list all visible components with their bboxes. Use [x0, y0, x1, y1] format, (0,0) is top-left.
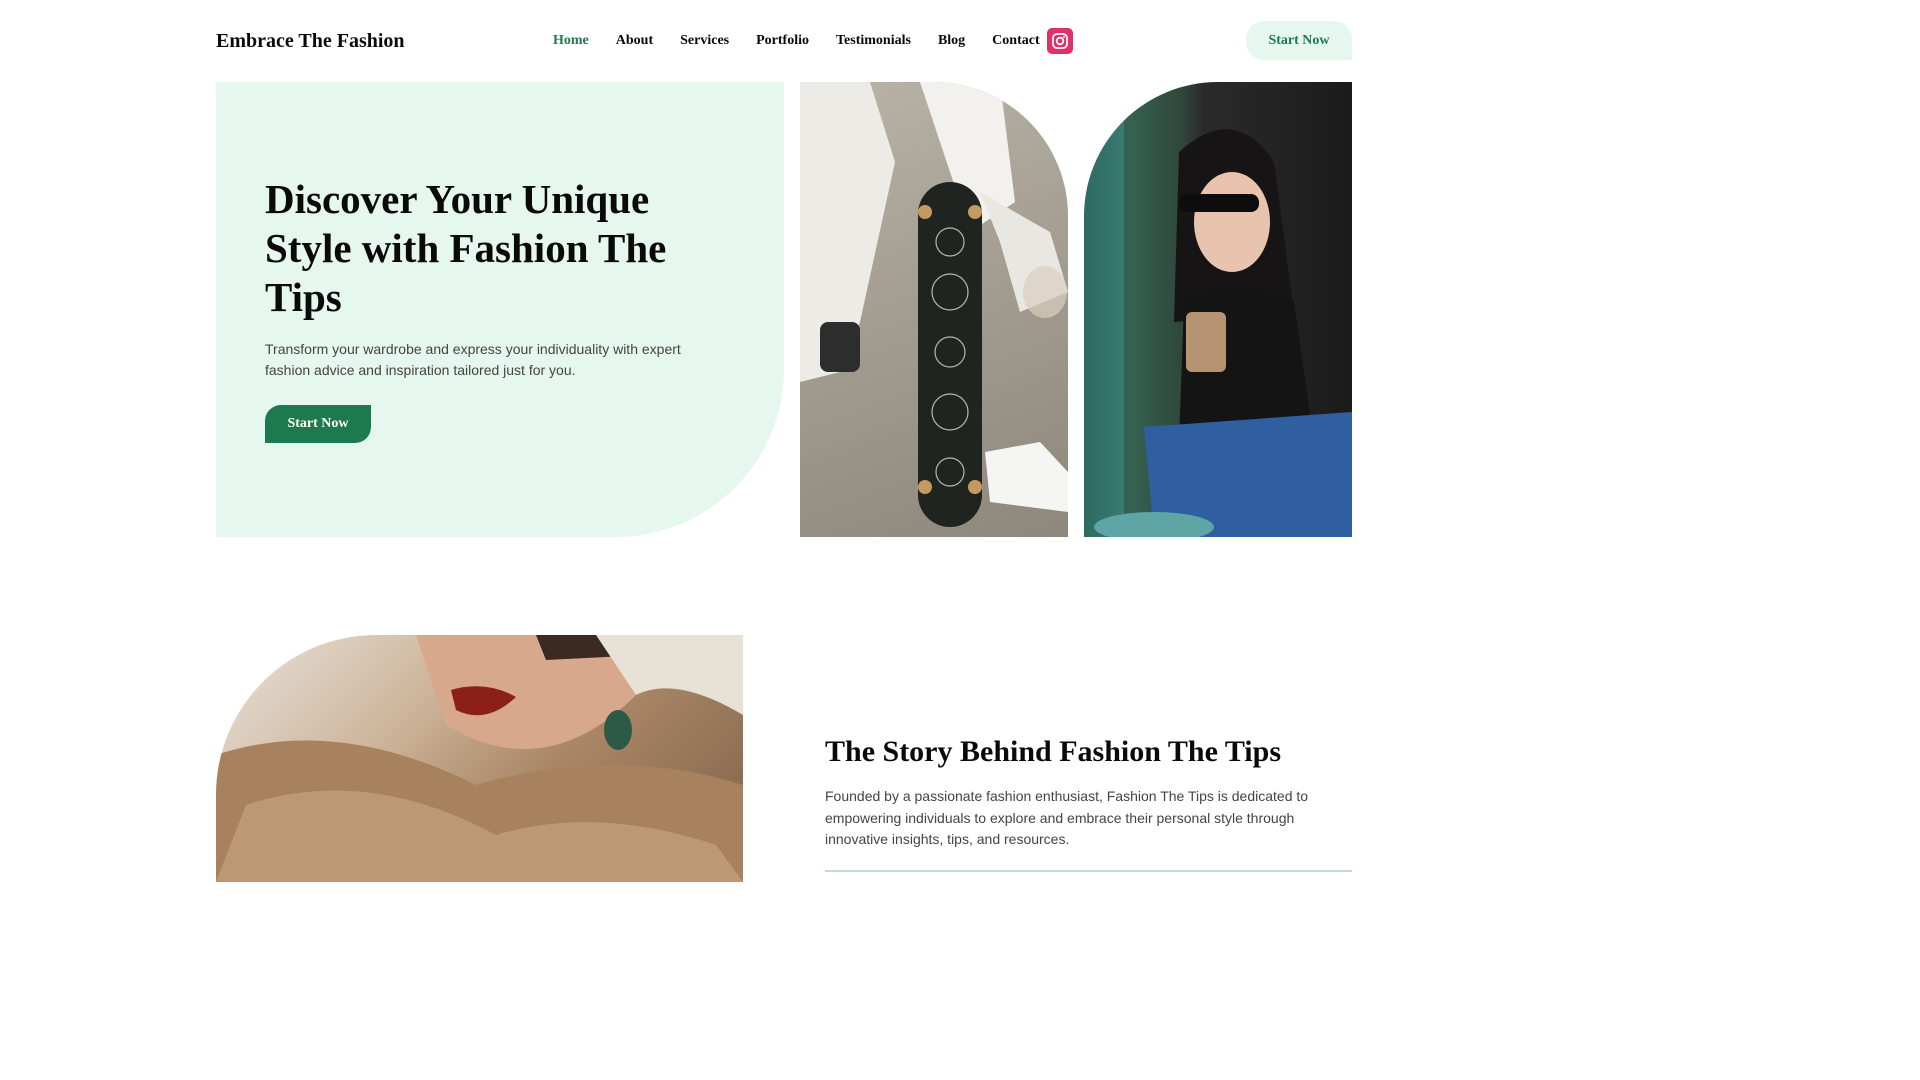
site-logo[interactable]: Embrace The Fashion [216, 28, 405, 54]
story-image-fur-coat [216, 635, 743, 882]
nav-home[interactable]: Home [553, 31, 589, 51]
hero-image-woman-drinking [1084, 82, 1352, 537]
skateboard-illustration [800, 82, 1068, 527]
site-header: Embrace The Fashion Home About Services … [0, 0, 1568, 82]
hero-title: Discover Your Unique Style with Fashion … [265, 176, 667, 320]
nav-blog[interactable]: Blog [938, 31, 965, 51]
nav-testimonials[interactable]: Testimonials [836, 31, 911, 51]
nav-portfolio[interactable]: Portfolio [756, 31, 809, 51]
hero-image-skateboard [800, 82, 1068, 537]
story-text: Founded by a passionate fashion enthusia… [825, 788, 1309, 847]
instagram-icon[interactable] [1047, 28, 1073, 54]
hero-start-now-button[interactable]: Start Now [265, 405, 371, 443]
nav-contact[interactable]: Contact [992, 31, 1039, 51]
nav-about[interactable]: About [616, 31, 653, 51]
woman-illustration [1094, 82, 1352, 537]
instagram-glyph [1052, 33, 1068, 49]
nav-services[interactable]: Services [680, 31, 729, 51]
hero-subtitle: Transform your wardrobe and express your… [265, 341, 681, 378]
fur-coat-illustration [216, 635, 743, 882]
story-divider [825, 870, 1352, 872]
story-title: The Story Behind Fashion The Tips [825, 735, 1282, 768]
main-nav: Home About Services Portfolio Testimonia… [553, 31, 1067, 51]
header-start-now-button[interactable]: Start Now [1246, 21, 1352, 60]
